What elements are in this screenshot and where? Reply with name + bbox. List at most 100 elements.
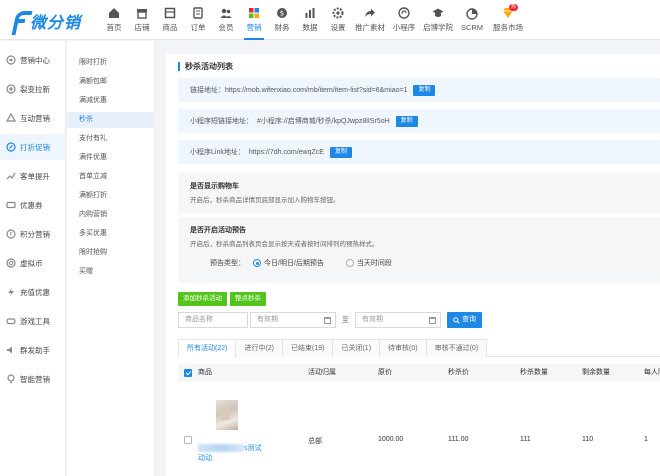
query-button[interactable]: 查询 bbox=[447, 312, 482, 328]
link-row-h5: 链接地址： https://mob.wifenxiao.com/mb/item/… bbox=[178, 78, 660, 102]
add-seckill-button[interactable]: 添加秒杀活动 bbox=[178, 292, 227, 306]
sidebar-item-label: 积分营销 bbox=[20, 229, 50, 239]
subnav-item-1[interactable]: 满额包邮 bbox=[67, 74, 155, 90]
data-icon bbox=[304, 8, 316, 19]
link-label: 小程序Link地址： bbox=[190, 149, 245, 156]
status-tabs: 所有活动(22) 进行中(2) 已结束(19) 已关闭(1) 待审核(0) 审核不通过(0… bbox=[178, 339, 660, 358]
status-tab-0[interactable]: 所有活动(22) bbox=[178, 339, 237, 358]
nav-item-label: 店铺 bbox=[134, 22, 150, 32]
nav-item-1[interactable]: 店铺 bbox=[128, 0, 156, 40]
sidebar-item-label: 优惠券 bbox=[20, 200, 43, 210]
copy-button[interactable]: 复制 bbox=[413, 84, 436, 96]
preview-type-row: 预告类型： 今日/明日/后期预告 当天时间段 bbox=[190, 258, 648, 268]
member-icon bbox=[220, 8, 232, 19]
sidebar-item-5[interactable]: 优惠券 bbox=[0, 192, 66, 218]
marketing-icon bbox=[248, 8, 260, 19]
nav-item-6[interactable]: $ 财务 bbox=[268, 0, 296, 40]
column-header: 秒杀数量 bbox=[520, 369, 548, 376]
select-all-checkbox[interactable] bbox=[184, 369, 192, 377]
nav-item-9[interactable]: 推广素材 bbox=[352, 0, 388, 40]
subnav-item-10[interactable]: 限时抢购 bbox=[67, 245, 155, 261]
subnav-item-8[interactable]: 内购营销 bbox=[67, 207, 155, 223]
start-date-input[interactable]: 有效期 bbox=[250, 312, 336, 328]
nav-item-13[interactable]: 服务市场 热 bbox=[488, 0, 528, 40]
copy-button[interactable]: 复制 bbox=[329, 146, 352, 158]
copy-button[interactable]: 复制 bbox=[395, 115, 418, 127]
column-header: 剩余数量 bbox=[582, 369, 610, 376]
nav-item-label: 数据 bbox=[302, 22, 318, 32]
sidebar-item-4[interactable]: 客单提升 bbox=[0, 163, 66, 189]
sub-sidebar: 限时打折满额包邮满减优惠秒杀支付有礼满件优惠首单立减满额打折内购营销多买优惠限时… bbox=[67, 41, 155, 476]
top-bar: 微分销 首页 店铺 商品 订单 会员 营销 $ 财务 数据 设置 推广素材 小程序 启博学院 SCRM 服务… bbox=[0, 0, 660, 40]
column-header: 原价 bbox=[378, 369, 392, 376]
sidebar-item-8[interactable]: 充值优惠 bbox=[0, 279, 66, 305]
status-tab-5[interactable]: 审核不通过(0) bbox=[425, 339, 488, 357]
logo[interactable]: 微分销 bbox=[10, 9, 81, 33]
subnav-item-11[interactable]: 买赠 bbox=[67, 264, 155, 280]
redacted-text bbox=[198, 444, 244, 453]
subnav-item-7[interactable]: 满额打折 bbox=[67, 188, 155, 204]
sidebar-item-0[interactable]: 营销中心 bbox=[0, 47, 66, 73]
subnav-item-5[interactable]: 满件优惠 bbox=[67, 150, 155, 166]
row-checkbox[interactable] bbox=[184, 436, 192, 444]
sidebar-item-3[interactable]: 打折促销 bbox=[0, 134, 66, 160]
nav-item-12[interactable]: SCRM bbox=[456, 0, 488, 40]
status-tab-3[interactable]: 已关闭(1) bbox=[332, 339, 381, 357]
hourly-seckill-button[interactable]: 整点秒杀 bbox=[230, 292, 266, 306]
goods-name-input[interactable]: 商品名称 bbox=[178, 312, 248, 328]
status-tab-2[interactable]: 已结束(19) bbox=[282, 339, 334, 357]
nav-item-label: 启博学院 bbox=[423, 22, 453, 32]
nav-item-7[interactable]: 数据 bbox=[296, 0, 324, 40]
subnav-item-2[interactable]: 满减优惠 bbox=[67, 93, 155, 109]
sidebar-item-label: 互动营销 bbox=[20, 113, 50, 123]
option-title: 是否开启活动预告 bbox=[190, 227, 246, 234]
sidebar-item-label: 营销中心 bbox=[20, 55, 50, 65]
radio-time-slot[interactable]: 当天时间段 bbox=[345, 258, 392, 268]
nav-item-0[interactable]: 首页 bbox=[100, 0, 128, 40]
subnav-item-4[interactable]: 支付有礼 bbox=[67, 131, 155, 147]
nav-item-3[interactable]: 订单 bbox=[184, 0, 212, 40]
subnav-item-3[interactable]: 秒杀 bbox=[67, 112, 155, 128]
nav-item-5[interactable]: 营销 bbox=[240, 0, 268, 40]
subnav-item-6[interactable]: 首单立减 bbox=[67, 169, 155, 185]
nav-item-2[interactable]: 商品 bbox=[156, 0, 184, 40]
points-icon: P bbox=[6, 229, 16, 239]
subnav-item-9[interactable]: 多买优惠 bbox=[67, 226, 155, 242]
radio-dot bbox=[345, 259, 354, 267]
link-value: https://7dh.com/ewqZcE bbox=[248, 148, 324, 156]
goods-thumbnail[interactable] bbox=[216, 400, 238, 430]
search-icon bbox=[453, 316, 460, 324]
subnav-item-0[interactable]: 限时打折 bbox=[67, 55, 155, 71]
home-icon bbox=[108, 8, 120, 19]
sidebar-item-1[interactable]: 裂变拉新 bbox=[0, 76, 66, 102]
smart-icon bbox=[6, 374, 16, 384]
nav-item-11[interactable]: 启博学院 bbox=[420, 0, 456, 40]
end-date-input[interactable]: 有效期 bbox=[355, 312, 441, 328]
link-value: #小程序://启博商城/秒杀/kpQJwpz8lISr5oH bbox=[257, 118, 390, 125]
nav-item-8[interactable]: 设置 bbox=[324, 0, 352, 40]
column-header: 每人限购 bbox=[644, 369, 660, 376]
sidebar-item-10[interactable]: 群发助手 bbox=[0, 337, 66, 363]
sidebar-item-2[interactable]: 互动营销 bbox=[0, 105, 66, 131]
miniapp-icon bbox=[398, 7, 410, 19]
marketing-center-icon bbox=[6, 55, 16, 65]
nav-item-4[interactable]: 会员 bbox=[212, 0, 240, 40]
nav-item-10[interactable]: 小程序 bbox=[388, 0, 420, 40]
sidebar-item-6[interactable]: P 积分营销 bbox=[0, 221, 66, 247]
sidebar-item-7[interactable]: 虚拟币 bbox=[0, 250, 66, 276]
goods-name-link[interactable]: s测试 动动 bbox=[198, 444, 278, 464]
sidebar-item-9[interactable]: 游戏工具 bbox=[0, 308, 66, 334]
logo-icon bbox=[10, 11, 28, 31]
logo-text: 微分销 bbox=[30, 15, 82, 32]
status-tab-1[interactable]: 进行中(2) bbox=[235, 339, 284, 357]
store-icon bbox=[136, 8, 148, 19]
order-icon bbox=[192, 7, 204, 19]
upsell-icon bbox=[6, 171, 16, 181]
radio-day-preview[interactable]: 今日/明日/后期预告 bbox=[253, 258, 324, 268]
sidebar-item-11[interactable]: 智能营销 bbox=[0, 366, 66, 392]
status-tab-4[interactable]: 待审核(0) bbox=[379, 339, 427, 357]
coupon-icon bbox=[6, 200, 16, 210]
column-header: 秒杀价 bbox=[448, 369, 469, 376]
discount-icon bbox=[6, 142, 16, 152]
svg-text:P: P bbox=[9, 232, 12, 238]
